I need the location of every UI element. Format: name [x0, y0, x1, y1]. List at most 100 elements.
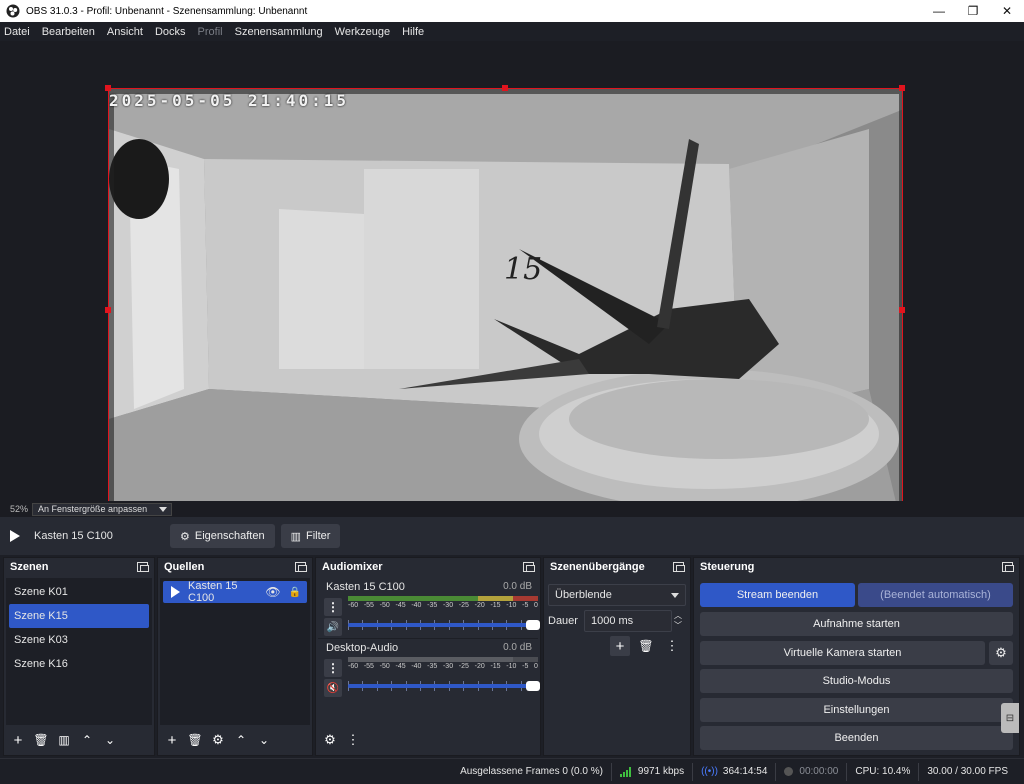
undock-icon[interactable]: [673, 562, 685, 572]
zoom-mode-select[interactable]: An Fenstergröße anpassen: [32, 502, 173, 516]
exit-button[interactable]: Beenden: [700, 726, 1013, 750]
virtual-camera-gear-icon[interactable]: ⚙: [989, 641, 1013, 665]
start-recording-button[interactable]: Aufnahme starten: [700, 612, 1013, 636]
kebab-menu-icon[interactable]: ⋮: [324, 659, 342, 677]
scale-label: -35: [427, 602, 438, 609]
studio-mode-button[interactable]: Studio-Modus: [700, 669, 1013, 693]
menu-werkzeuge[interactable]: Werkzeuge: [335, 26, 390, 38]
transition-buttons: + 🗑 ⋮: [610, 636, 685, 656]
undock-icon[interactable]: [295, 562, 307, 572]
transition-combo[interactable]: Überblende: [548, 584, 686, 606]
trash-icon[interactable]: 🗑: [185, 730, 205, 750]
chevron-down-icon[interactable]: ﹀: [674, 621, 682, 631]
close-button[interactable]: ✕: [990, 0, 1024, 22]
undock-icon[interactable]: [523, 562, 535, 572]
transition-select[interactable]: Überblende: [548, 584, 686, 606]
add-icon[interactable]: +: [8, 730, 28, 750]
menu-szenensammlung[interactable]: Szenensammlung: [235, 26, 323, 38]
maximize-button[interactable]: ❐: [956, 0, 990, 22]
media-source-icon: [171, 586, 180, 598]
scale-label: -45: [395, 602, 406, 609]
source-toolbar: Kasten 15 C100 ⚙ Eigenschaften ▥ Filter: [0, 517, 1024, 555]
move-down-icon[interactable]: ⌄: [254, 730, 274, 750]
undock-icon[interactable]: [137, 562, 149, 572]
volume-slider[interactable]: [348, 620, 540, 630]
mixer-channel: Desktop-Audio 0.0 dB ⋮ -60 -55 -50 -45 -40 -3…: [318, 638, 540, 698]
mixer-channel: Kasten 15 C100 0.0 dB ⋮ -60 -55 -50 -45 -40-…: [318, 578, 540, 638]
start-virtual-camera-button[interactable]: Virtuelle Kamera starten: [700, 641, 985, 665]
side-tab-icon[interactable]: ⊟: [1001, 703, 1019, 733]
undock-icon[interactable]: [1002, 562, 1014, 572]
record-time: 00:00:00: [775, 762, 846, 781]
scale-label: -55: [363, 602, 374, 609]
record-time-text: 00:00:00: [799, 766, 839, 777]
scale-label: -25: [458, 663, 469, 670]
scene-item[interactable]: Szene K03: [6, 628, 152, 652]
menu-hilfe[interactable]: Hilfe: [402, 26, 424, 38]
menu-ansicht[interactable]: Ansicht: [107, 26, 143, 38]
duration-label: Dauer: [548, 615, 578, 627]
trash-icon[interactable]: 🗑: [636, 636, 656, 656]
move-up-icon[interactable]: ⌃: [231, 730, 251, 750]
source-list: Kasten 15 C100 👁 🔒: [160, 578, 310, 725]
slider-knob[interactable]: [526, 620, 540, 630]
scale-label: -50: [379, 663, 390, 670]
lock-icon[interactable]: 🔒: [289, 587, 301, 598]
scale-label: -50: [379, 602, 390, 609]
stop-stream-button[interactable]: Stream beenden: [700, 583, 855, 607]
zoom-mode-value: An Fenstergröße anpassen: [38, 504, 148, 514]
kebab-menu-icon[interactable]: ⋮: [343, 730, 363, 750]
scale-label: -20: [474, 663, 485, 670]
trash-icon[interactable]: 🗑: [31, 730, 51, 750]
dock-header: Quellen: [158, 558, 312, 576]
kebab-menu-icon[interactable]: ⋮: [662, 636, 682, 656]
filters-icon[interactable]: ▥: [54, 730, 74, 750]
chevron-up-icon[interactable]: ︿: [674, 611, 682, 621]
properties-button[interactable]: ⚙ Eigenschaften: [170, 524, 275, 548]
broadcast-icon: ((•)): [701, 766, 718, 777]
move-up-icon[interactable]: ⌃: [77, 730, 97, 750]
scale-label: -15: [490, 663, 501, 670]
resize-handle-mr[interactable]: [899, 307, 905, 313]
minimize-button[interactable]: —: [922, 0, 956, 22]
source-item[interactable]: Kasten 15 C100 👁 🔒: [163, 580, 307, 604]
speaker-icon[interactable]: 🔊: [324, 618, 342, 636]
meter-scale: -60 -55 -50 -45 -40 -35 -30 -25 -20 -15 -10 -5 0: [348, 602, 538, 614]
resize-handle-tr[interactable]: [899, 85, 905, 91]
menu-docks[interactable]: Docks: [155, 26, 186, 38]
source-preview-canvas[interactable]: 15 2025-05-05 21:40:15: [108, 88, 903, 535]
transition-value: Überblende: [555, 589, 612, 601]
scale-label: -10: [506, 663, 517, 670]
settings-button[interactable]: Einstellungen: [700, 698, 1013, 722]
preview-area[interactable]: 15 2025-05-05 21:40:15: [0, 41, 1024, 536]
slider-knob[interactable]: [526, 681, 540, 691]
window-titlebar: OBS 31.0.3 - Profil: Unbenannt - Szenens…: [0, 0, 1024, 22]
scale-label: -5: [522, 663, 529, 670]
scene-item[interactable]: Szene K01: [6, 580, 152, 604]
resize-handle-tm[interactable]: [502, 85, 508, 91]
add-icon[interactable]: +: [610, 636, 630, 656]
scene-item-selected[interactable]: Szene K15: [9, 604, 149, 628]
resize-handle-ml[interactable]: [105, 307, 111, 313]
speaker-muted-icon[interactable]: 🔇: [324, 679, 342, 697]
kebab-menu-icon[interactable]: ⋮: [324, 598, 342, 616]
menu-bearbeiten[interactable]: Bearbeiten: [42, 26, 95, 38]
scale-label: -10: [506, 602, 517, 609]
volume-slider[interactable]: [348, 681, 540, 691]
play-icon[interactable]: [10, 530, 20, 542]
add-icon[interactable]: +: [162, 730, 182, 750]
filter-button[interactable]: ▥ Filter: [280, 524, 341, 548]
audiomixer-dock: Audiomixer Kasten 15 C100 0.0 dB ⋮ -60 -5…: [315, 557, 541, 756]
menu-datei[interactable]: Datei: [4, 26, 30, 38]
dock-header: Steuerung: [694, 558, 1019, 576]
move-down-icon[interactable]: ⌄: [100, 730, 120, 750]
advanced-audio-gear-icon[interactable]: ⚙: [320, 730, 340, 750]
eye-icon[interactable]: 👁: [265, 585, 280, 599]
duration-field[interactable]: 1000 ms: [583, 610, 672, 632]
gear-icon[interactable]: ⚙: [208, 730, 228, 750]
properties-label: Eigenschaften: [194, 530, 265, 542]
scene-item[interactable]: Szene K16: [6, 652, 152, 676]
video-timestamp: 2025-05-05 21:40:15: [109, 91, 350, 110]
resize-handle-tl[interactable]: [105, 85, 111, 91]
duration-stepper[interactable]: ︿ ﹀: [674, 611, 682, 631]
